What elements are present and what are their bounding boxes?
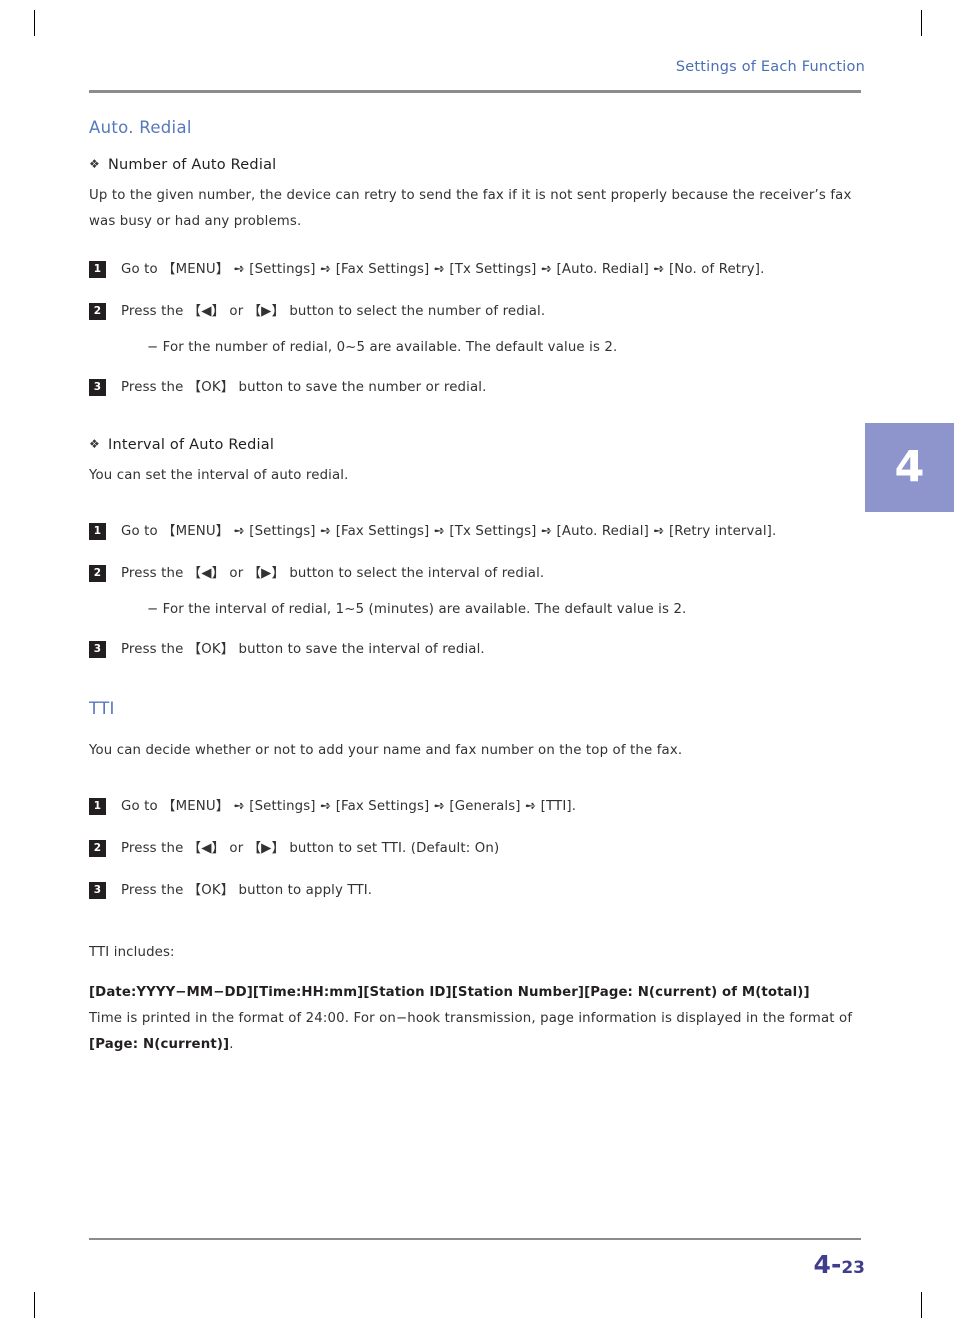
step-text: Go to 【MENU】 ➺ [Settings] ➺ [Fax Setting… bbox=[121, 262, 765, 277]
step-item: 3 Press the 【OK】 button to save the numb… bbox=[89, 375, 864, 401]
page-number-chapter: 4- bbox=[813, 1250, 842, 1279]
step-text: Press the 【◀】 or 【▶】 button to select th… bbox=[121, 566, 545, 581]
manual-page: Settings of Each Function 4 Auto. Redial… bbox=[0, 0, 954, 1327]
step-number-badge: 1 bbox=[89, 523, 106, 540]
step-number-badge: 2 bbox=[89, 565, 106, 582]
tti-explanation-bold: [Page: N(current)] bbox=[89, 1037, 230, 1052]
tti-includes-label: TTI includes: bbox=[89, 945, 175, 960]
page-content: Auto. Redial ❖ Number of Auto Redial Up t… bbox=[89, 118, 864, 1058]
step-number-badge: 3 bbox=[89, 641, 106, 658]
crop-mark-top-left bbox=[34, 10, 35, 36]
step-item: 2 Press the 【◀】 or 【▶】 button to set TTI… bbox=[89, 836, 864, 862]
step-item: 3 Press the 【OK】 button to apply TTI. bbox=[89, 878, 864, 904]
page-number-value: 23 bbox=[841, 1258, 865, 1278]
tti-explanation: Time is printed in the format of 24:00. … bbox=[89, 1006, 864, 1058]
diamond-bullet-icon: ❖ bbox=[89, 437, 100, 451]
diamond-bullet-icon: ❖ bbox=[89, 157, 100, 171]
paragraph-interval-of-auto-redial: You can set the interval of auto redial. bbox=[89, 468, 349, 483]
crop-mark-bottom-left bbox=[34, 1292, 35, 1318]
subsection-title: Number of Auto Redial bbox=[107, 157, 277, 173]
step-number-badge: 2 bbox=[89, 840, 106, 857]
step-item: 1 Go to 【MENU】 ➺ [Settings] ➺ [Fax Setti… bbox=[89, 794, 864, 820]
tti-explanation-prefix: Time is printed in the format of 24:00. … bbox=[89, 1011, 853, 1026]
step-number-badge: 1 bbox=[89, 798, 106, 815]
header-divider bbox=[89, 90, 861, 93]
step-note: − For the number of redial, 0~5 are avai… bbox=[147, 340, 618, 355]
step-text: Press the 【◀】 or 【▶】 button to select th… bbox=[121, 304, 546, 319]
step-number-badge: 1 bbox=[89, 261, 106, 278]
step-number-badge: 3 bbox=[89, 379, 106, 396]
paragraph-number-of-auto-redial: Up to the given number, the device can r… bbox=[89, 188, 852, 229]
step-item: 3 Press the 【OK】 button to save the inte… bbox=[89, 637, 864, 663]
step-text: Press the 【OK】 button to apply TTI. bbox=[121, 883, 373, 898]
section-heading-auto-redial: Auto. Redial bbox=[89, 118, 192, 137]
tti-format-string: [Date:YYYY−MM−DD][Time:HH:mm][Station ID… bbox=[89, 985, 810, 1000]
running-header: Settings of Each Function bbox=[675, 59, 865, 75]
footer-divider bbox=[89, 1238, 861, 1240]
step-text: Press the 【OK】 button to save the number… bbox=[121, 380, 487, 395]
step-number-badge: 3 bbox=[89, 882, 106, 899]
step-text: Press the 【OK】 button to save the interv… bbox=[121, 642, 485, 657]
step-note: − For the interval of redial, 1~5 (minut… bbox=[147, 602, 687, 617]
section-heading-tti: TTI bbox=[89, 699, 115, 718]
chapter-tab: 4 bbox=[865, 423, 954, 512]
step-text: Press the 【◀】 or 【▶】 button to set TTI. … bbox=[121, 841, 500, 856]
crop-mark-top-right bbox=[921, 10, 922, 36]
step-text: Go to 【MENU】 ➺ [Settings] ➺ [Fax Setting… bbox=[121, 799, 577, 814]
paragraph-tti: You can decide whether or not to add you… bbox=[89, 743, 683, 758]
step-item: 1 Go to 【MENU】 ➺ [Settings] ➺ [Fax Setti… bbox=[89, 519, 864, 545]
tti-explanation-suffix: . bbox=[229, 1037, 234, 1052]
step-item: 2 Press the 【◀】 or 【▶】 button to select … bbox=[89, 561, 864, 587]
step-item: 1 Go to 【MENU】 ➺ [Settings] ➺ [Fax Setti… bbox=[89, 257, 864, 283]
crop-mark-bottom-right bbox=[921, 1292, 922, 1318]
step-number-badge: 2 bbox=[89, 303, 106, 320]
step-text: Go to 【MENU】 ➺ [Settings] ➺ [Fax Setting… bbox=[121, 524, 777, 539]
page-number: 4-23 bbox=[814, 1250, 865, 1279]
subsection-number-of-auto-redial: ❖ Number of Auto Redial bbox=[89, 157, 864, 173]
subsection-title: Interval of Auto Redial bbox=[107, 437, 275, 453]
step-item: 2 Press the 【◀】 or 【▶】 button to select … bbox=[89, 299, 864, 325]
subsection-interval-of-auto-redial: ❖ Interval of Auto Redial bbox=[89, 437, 864, 453]
